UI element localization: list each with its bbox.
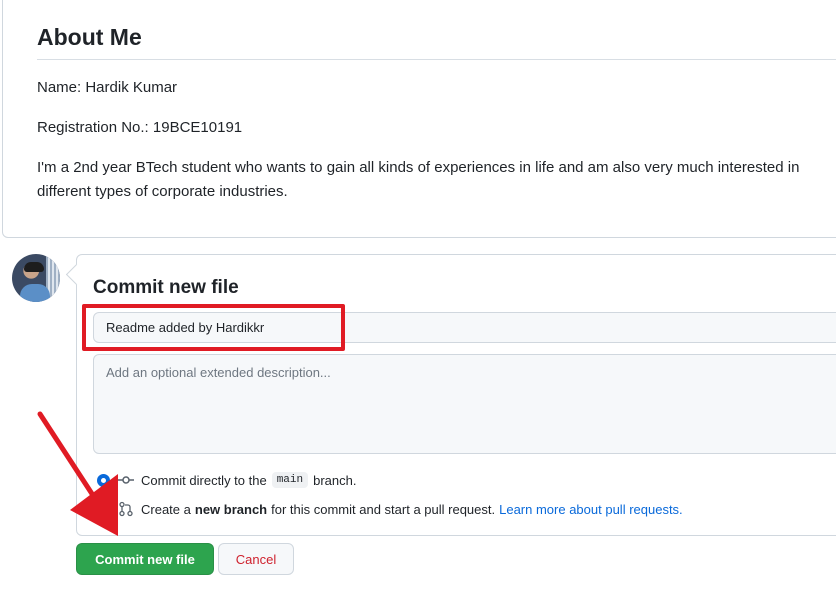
new-branch-option[interactable]: Create a new branch for this commit and … [97, 499, 683, 519]
new-branch-bold: new branch [194, 501, 268, 517]
learn-more-pull-requests-link[interactable]: Learn more about pull requests. [499, 502, 683, 517]
git-commit-icon [118, 476, 134, 484]
commit-directly-suffix: branch. [313, 472, 357, 488]
readme-bio-line-2: different types of corporate industries. [37, 183, 288, 200]
new-branch-suffix: for this commit and start a pull request… [271, 501, 496, 517]
commit-form: Commit new file Commit directly to the m… [76, 254, 836, 536]
commit-directly-text: Commit directly to the [141, 472, 267, 488]
readme-registration-line: Registration No.: 19BCE10191 [37, 119, 243, 136]
commit-description-input[interactable] [93, 354, 836, 454]
readme-title: About Me [37, 24, 836, 60]
cancel-button[interactable]: Cancel [218, 543, 294, 575]
commit-new-file-button[interactable]: Commit new file [76, 543, 214, 575]
new-branch-prefix: Create a [141, 501, 191, 517]
branch-name: main [271, 472, 309, 488]
readme-name-line: Name: Hardik Kumar [37, 79, 178, 96]
commit-directly-option[interactable]: Commit directly to the main branch. [97, 470, 356, 490]
user-avatar[interactable] [12, 254, 60, 302]
readme-preview-panel: About Me Name: Hardik Kumar Registration… [2, 0, 836, 238]
git-pull-request-icon [119, 501, 133, 517]
commit-directly-radio[interactable] [97, 473, 110, 487]
new-branch-radio[interactable] [97, 502, 110, 516]
readme-bio-line-1: I'm a 2nd year BTech student who wants t… [37, 159, 800, 176]
commit-summary-input[interactable] [93, 312, 836, 343]
commit-form-title: Commit new file [93, 277, 239, 298]
